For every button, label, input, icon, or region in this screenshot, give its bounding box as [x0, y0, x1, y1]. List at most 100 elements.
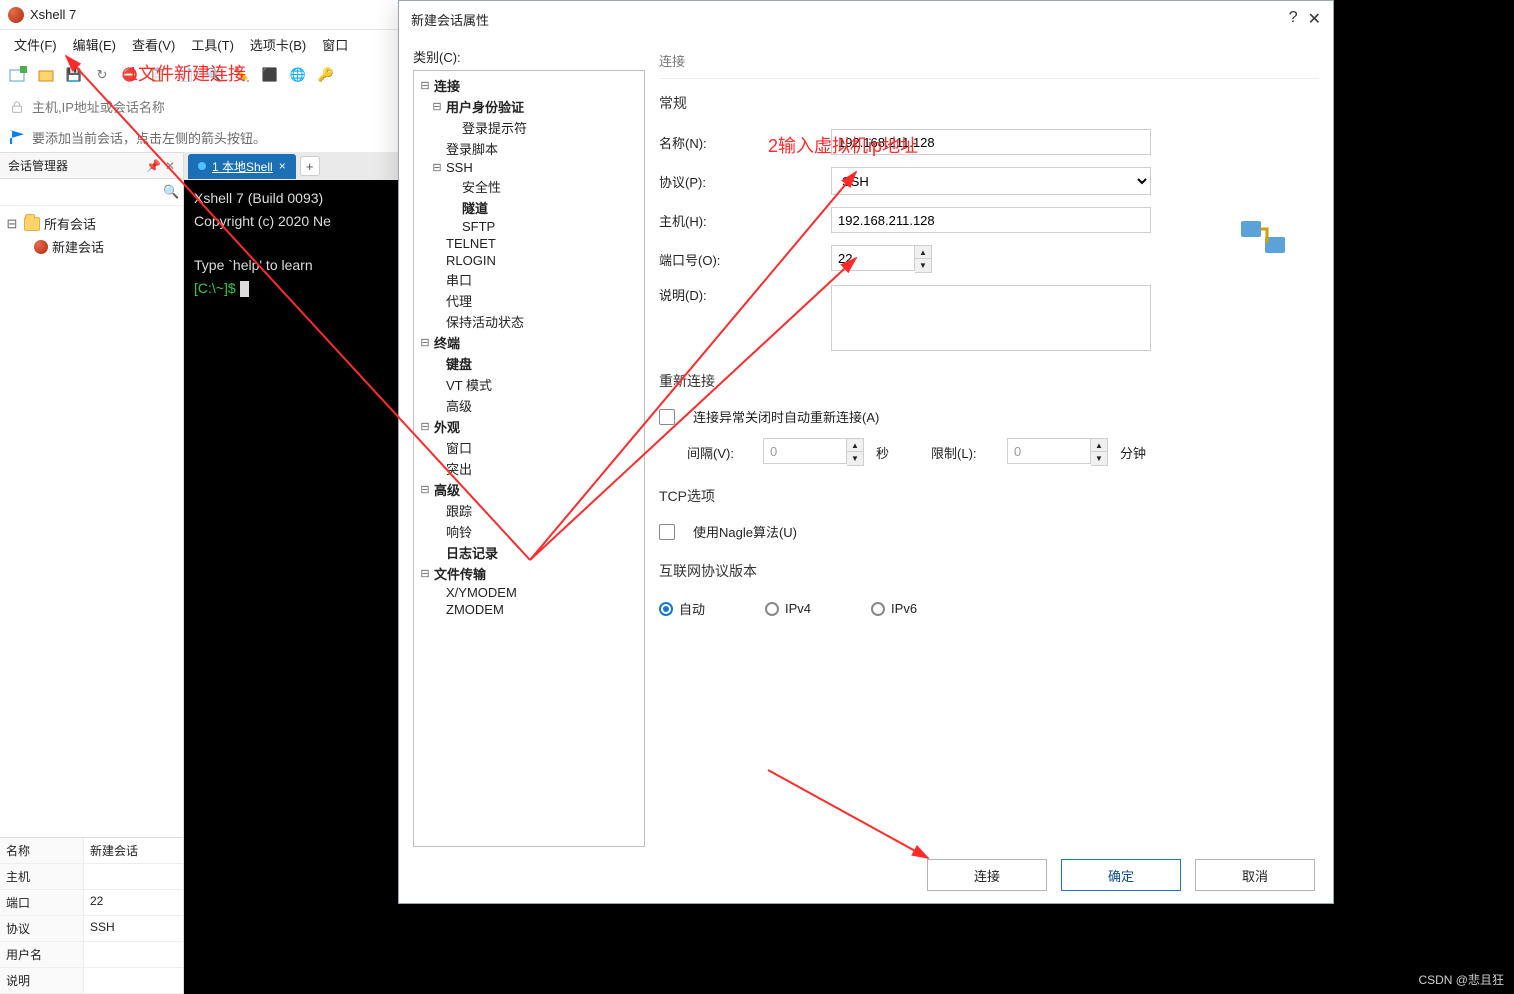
desc-textarea[interactable]	[831, 285, 1151, 351]
category-item[interactable]: ⊟终端	[416, 332, 642, 353]
close-icon[interactable]: ✕	[1308, 9, 1321, 29]
category-item[interactable]: 保持活动状态	[416, 311, 642, 332]
category-item[interactable]: 高级	[416, 395, 642, 416]
category-label: 用户身份验证	[446, 97, 524, 116]
tree-toggle-icon[interactable]: ⊟	[4, 216, 20, 232]
limit-spinner[interactable]: ▲▼	[1007, 438, 1108, 466]
tab-status-icon	[198, 162, 206, 170]
tree-root-label[interactable]: 所有会话	[44, 214, 96, 233]
pin-icon[interactable]: 📌	[146, 159, 161, 173]
nagle-checkbox[interactable]	[659, 524, 675, 540]
auto-reconnect-checkbox[interactable]	[659, 409, 675, 425]
category-item[interactable]: ZMODEM	[416, 601, 642, 618]
category-item[interactable]: ⊟SSH	[416, 159, 642, 176]
help-icon[interactable]: ?	[1289, 9, 1298, 29]
category-item[interactable]: TELNET	[416, 235, 642, 252]
interval-spinner[interactable]: ▲▼	[763, 438, 864, 466]
panel-close-icon[interactable]: ✕	[165, 159, 175, 173]
category-item[interactable]: 窗口	[416, 437, 642, 458]
category-item[interactable]: ⊟用户身份验证	[416, 96, 642, 117]
category-item[interactable]: 串口	[416, 269, 642, 290]
interval-input[interactable]	[763, 438, 847, 464]
category-item[interactable]: ⊟文件传输	[416, 563, 642, 584]
copy-icon[interactable]: 📋	[146, 63, 170, 87]
category-tree[interactable]: ⊟连接⊟用户身份验证登录提示符登录脚本⊟SSH安全性隧道SFTPTELNETRL…	[413, 70, 645, 847]
category-label: 代理	[446, 291, 472, 310]
limit-input[interactable]	[1007, 438, 1091, 464]
category-item[interactable]: 代理	[416, 290, 642, 311]
host-input[interactable]	[831, 207, 1151, 233]
connect-button[interactable]: 连接	[927, 859, 1047, 891]
tree-toggle-icon[interactable]: ⊟	[418, 420, 432, 433]
category-item[interactable]: 突出	[416, 458, 642, 479]
highlight-icon[interactable]: ✏️	[230, 63, 254, 87]
category-item[interactable]: RLOGIN	[416, 252, 642, 269]
port-spinner[interactable]: ▲▼	[831, 245, 932, 273]
term-line1: Xshell 7 (Build 0093)	[194, 190, 323, 206]
ok-button[interactable]: 确定	[1061, 859, 1181, 891]
category-item[interactable]: 日志记录	[416, 542, 642, 563]
category-item[interactable]: X/YMODEM	[416, 584, 642, 601]
tree-toggle-icon[interactable]: ⊟	[430, 161, 444, 174]
spin-down-icon[interactable]: ▼	[915, 259, 931, 272]
spin-down-icon[interactable]: ▼	[1091, 452, 1107, 465]
prop-key-desc: 说明	[0, 968, 84, 993]
prop-val-user	[84, 942, 183, 967]
category-label: 安全性	[462, 177, 501, 196]
protocol-select[interactable]: SSH	[831, 167, 1151, 195]
disconnect-icon[interactable]: ⛔	[118, 63, 142, 87]
category-label: 隧道	[462, 198, 488, 217]
dialog-title: 新建会话属性	[411, 10, 489, 29]
save-icon[interactable]: 💾	[62, 63, 86, 87]
session-search-input[interactable]	[4, 183, 163, 201]
tree-session-label[interactable]: 新建会话	[52, 237, 104, 256]
paste-icon[interactable]: 📄	[174, 63, 198, 87]
cancel-button[interactable]: 取消	[1195, 859, 1315, 891]
menu-view[interactable]: 查看(V)	[126, 33, 181, 56]
category-item[interactable]: ⊟高级	[416, 479, 642, 500]
tree-toggle-icon[interactable]: ⊟	[418, 483, 432, 496]
tree-toggle-icon[interactable]: ⊟	[418, 79, 432, 92]
globe-icon[interactable]: 🌐	[286, 63, 310, 87]
key-icon[interactable]: 🔑	[314, 63, 338, 87]
menu-window[interactable]: 窗口	[316, 33, 354, 56]
spin-down-icon[interactable]: ▼	[847, 452, 863, 465]
category-item[interactable]: SFTP	[416, 218, 642, 235]
category-item[interactable]: 响铃	[416, 521, 642, 542]
search-icon[interactable]: 🔍	[163, 184, 179, 200]
radio-ipv6[interactable]: IPv6	[871, 601, 917, 616]
category-label: TELNET	[446, 236, 496, 251]
tab-local-shell[interactable]: 1 本地Shell ×	[188, 154, 296, 179]
tab-close-icon[interactable]: ×	[279, 159, 286, 173]
radio-auto[interactable]: 自动	[659, 599, 705, 618]
name-input[interactable]	[831, 129, 1151, 155]
menu-file[interactable]: 文件(F)	[8, 33, 63, 56]
spin-up-icon[interactable]: ▲	[847, 439, 863, 452]
category-item[interactable]: 键盘	[416, 353, 642, 374]
new-session-icon[interactable]	[6, 63, 30, 87]
tab-add-button[interactable]: +	[300, 156, 320, 176]
category-item[interactable]: ⊟连接	[416, 75, 642, 96]
open-icon[interactable]	[34, 63, 58, 87]
radio-ipv4[interactable]: IPv4	[765, 601, 811, 616]
menu-tab[interactable]: 选项卡(B)	[244, 33, 312, 56]
tree-toggle-icon[interactable]: ⊟	[418, 567, 432, 580]
spin-up-icon[interactable]: ▲	[915, 246, 931, 259]
tree-toggle-icon[interactable]: ⊟	[418, 336, 432, 349]
category-item[interactable]: 隧道	[416, 197, 642, 218]
menu-tools[interactable]: 工具(T)	[185, 33, 240, 56]
category-item[interactable]: ⊟外观	[416, 416, 642, 437]
spin-up-icon[interactable]: ▲	[1091, 439, 1107, 452]
menu-edit[interactable]: 编辑(E)	[67, 33, 122, 56]
category-item[interactable]: VT 模式	[416, 374, 642, 395]
find-icon[interactable]: 🔍	[202, 63, 226, 87]
category-item[interactable]: 登录脚本	[416, 138, 642, 159]
session-tree[interactable]: ⊟ 所有会话 新建会话	[0, 206, 183, 837]
tree-toggle-icon[interactable]: ⊟	[430, 100, 444, 113]
reconnect-icon[interactable]: ↻	[90, 63, 114, 87]
category-item[interactable]: 登录提示符	[416, 117, 642, 138]
category-item[interactable]: 安全性	[416, 176, 642, 197]
category-item[interactable]: 跟踪	[416, 500, 642, 521]
port-input[interactable]	[831, 245, 915, 271]
color-icon[interactable]: ⬛	[258, 63, 282, 87]
